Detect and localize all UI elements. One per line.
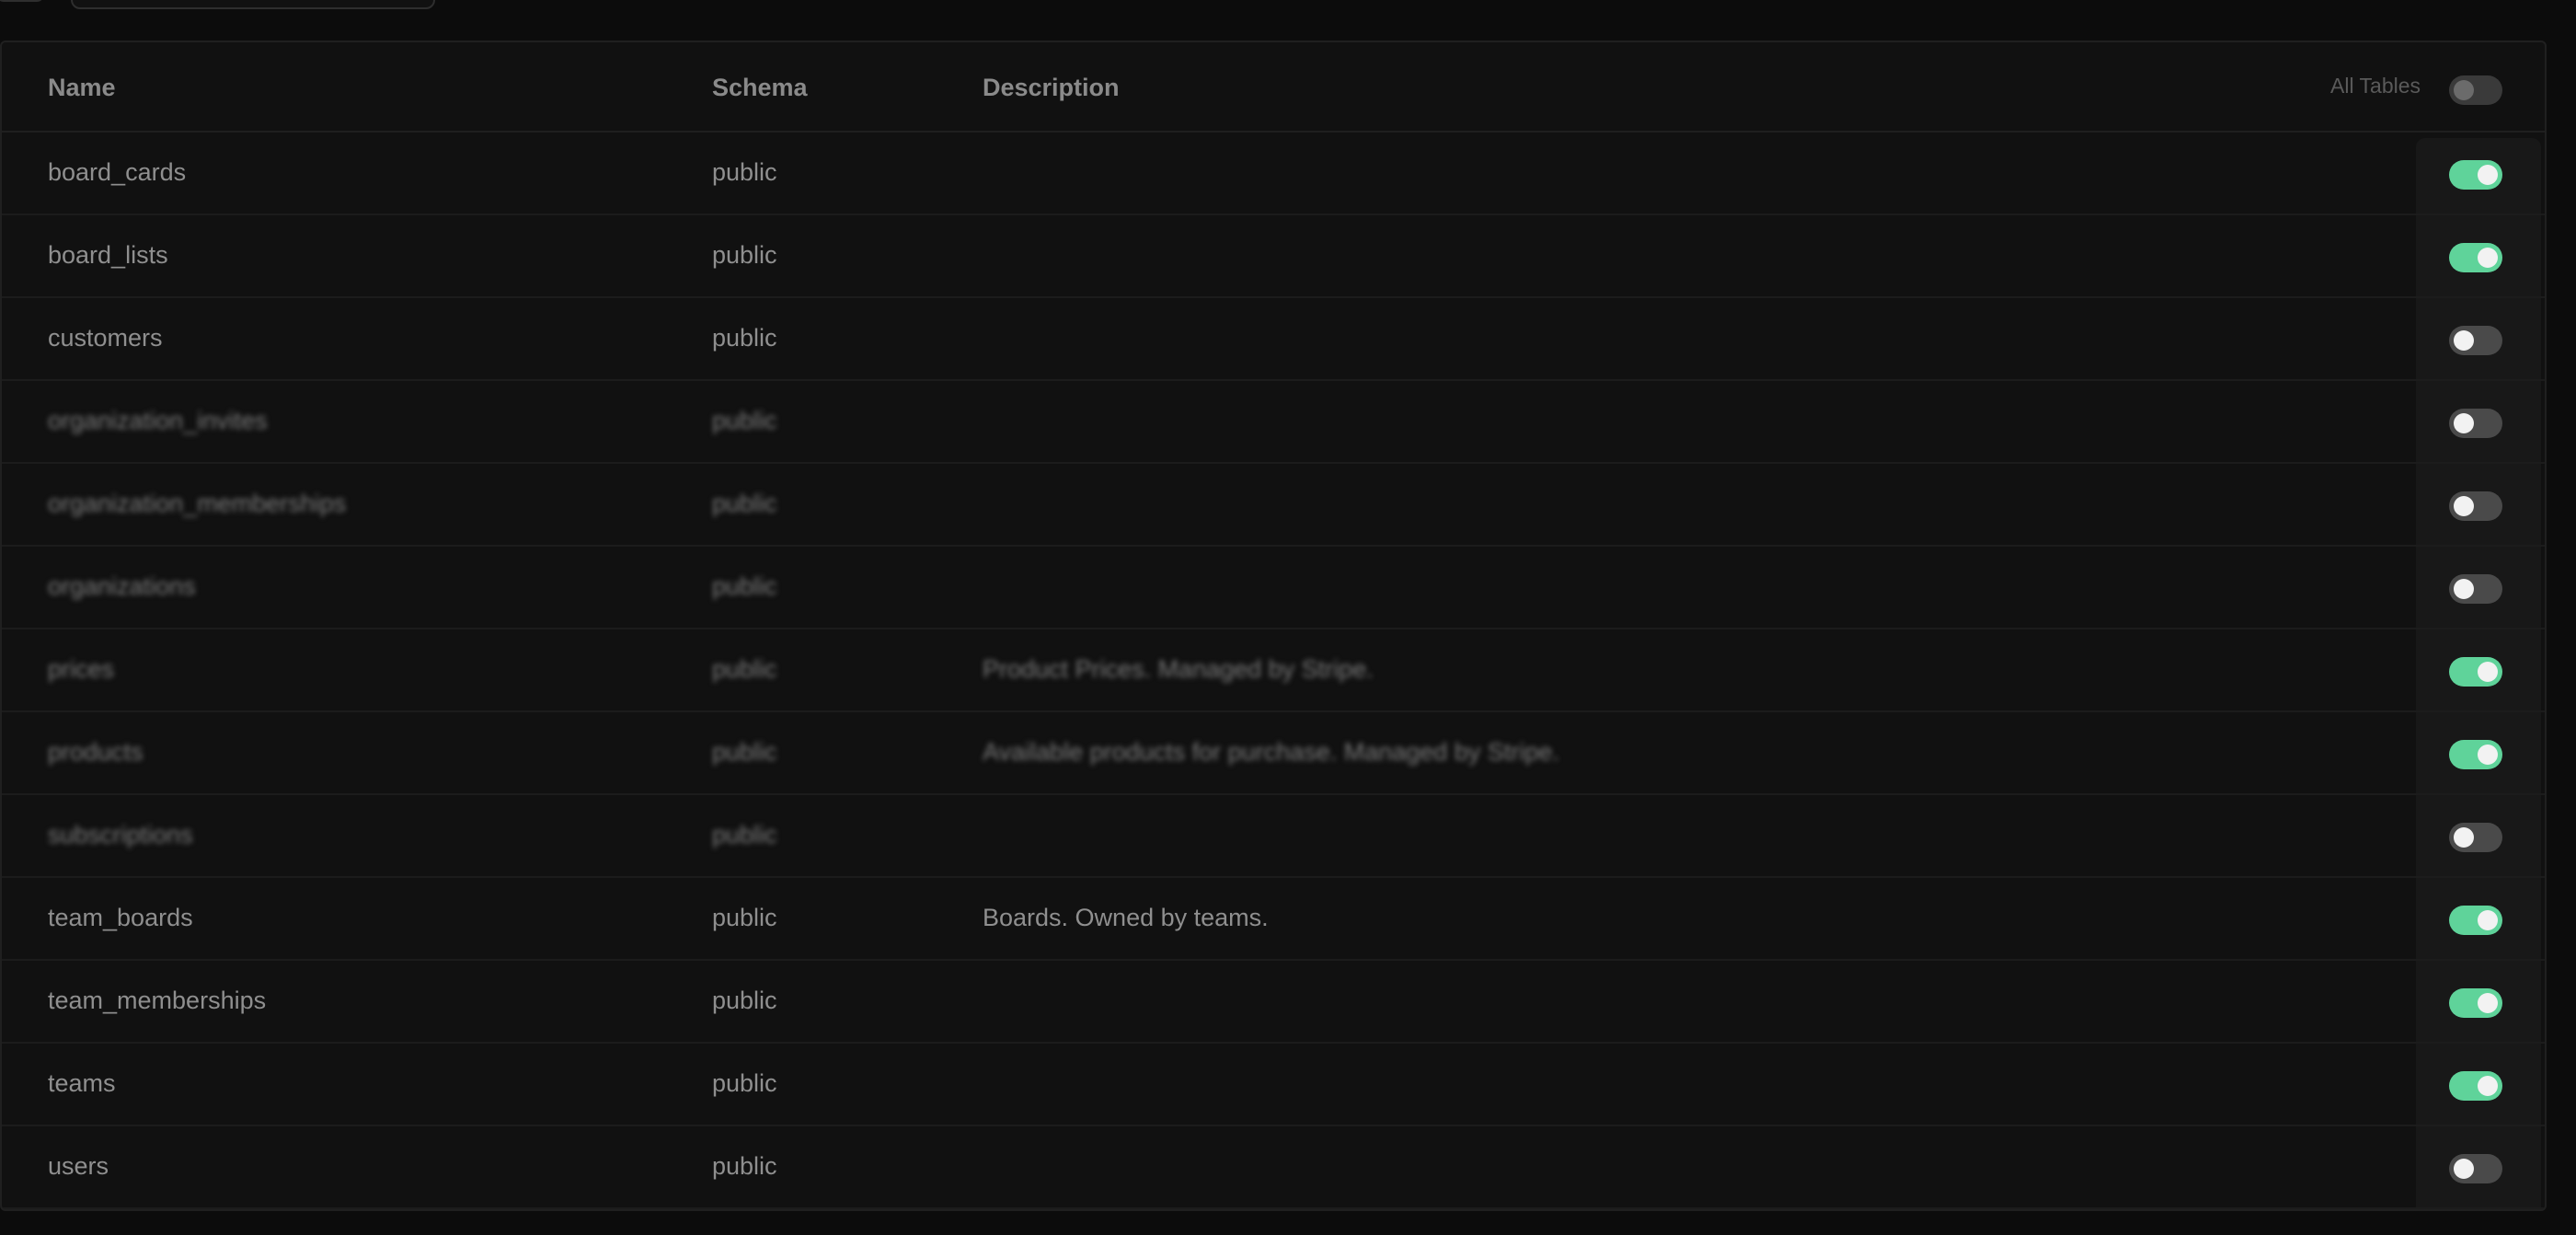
table-row[interactable]: teams public <box>2 1044 2545 1126</box>
table-header: Name Schema Description All Tables <box>2 42 2545 133</box>
table-row[interactable]: board_cards public <box>2 133 2545 215</box>
toggle-knob <box>2454 579 2474 599</box>
table-schema: public <box>712 904 777 931</box>
description-column-header: Description <box>983 74 1120 101</box>
toggle-knob <box>2478 993 2498 1013</box>
all-tables-toggle[interactable] <box>2449 75 2502 105</box>
schema-column-header: Schema <box>712 74 808 101</box>
realtime-toggle[interactable] <box>2449 740 2502 769</box>
toggle-knob <box>2478 248 2498 268</box>
table-row[interactable]: prices public Product Prices. Managed by S… <box>2 629 2545 712</box>
table-rows: board_cards public board_lists public custom… <box>2 133 2545 1209</box>
table-schema: public <box>712 490 777 517</box>
realtime-toggle[interactable] <box>2449 243 2502 272</box>
table-name: organization_invites <box>48 407 268 434</box>
table-schema: public <box>712 738 777 766</box>
table-schema: public <box>712 158 777 186</box>
toggle-knob <box>2454 827 2474 848</box>
table-name: subscriptions <box>48 821 193 848</box>
table-description: Product Prices. Managed by Stripe. <box>983 655 1374 683</box>
table-schema: public <box>712 572 777 600</box>
table-name: customers <box>48 324 163 352</box>
top-bar <box>0 0 2576 11</box>
table-schema: public <box>712 241 777 269</box>
table-row[interactable]: organization_invites public <box>2 381 2545 464</box>
realtime-toggle[interactable] <box>2449 1154 2502 1183</box>
toggle-knob <box>2454 80 2474 100</box>
table-name: teams <box>48 1069 116 1097</box>
table-row[interactable]: customers public <box>2 298 2545 381</box>
toggle-knob <box>2478 744 2498 765</box>
table-name: products <box>48 738 144 766</box>
realtime-toggle[interactable] <box>2449 1071 2502 1101</box>
table-schema: public <box>712 407 777 434</box>
name-column-header: Name <box>48 74 116 101</box>
table-row[interactable]: organizations public <box>2 547 2545 629</box>
table-name: team_boards <box>48 904 193 931</box>
table-description: Boards. Owned by teams. <box>983 904 1269 931</box>
table-name: prices <box>48 655 115 683</box>
table-schema: public <box>712 821 777 848</box>
toggle-knob <box>2454 413 2474 433</box>
table-row[interactable]: subscriptions public <box>2 795 2545 878</box>
realtime-toggle[interactable] <box>2449 326 2502 355</box>
table-schema: public <box>712 1069 777 1097</box>
toggle-knob <box>2478 662 2498 682</box>
toggle-knob <box>2478 165 2498 185</box>
table-schema: public <box>712 987 777 1014</box>
realtime-toggle[interactable] <box>2449 491 2502 521</box>
realtime-toggle[interactable] <box>2449 160 2502 190</box>
toggle-knob <box>2478 910 2498 930</box>
table-description: Available products for purchase. Managed… <box>983 738 1559 766</box>
table-name: organization_memberships <box>48 490 347 517</box>
all-tables-label: All Tables <box>2330 74 2421 98</box>
realtime-toggle[interactable] <box>2449 657 2502 687</box>
search-input[interactable] <box>71 0 435 9</box>
realtime-toggle[interactable] <box>2449 409 2502 438</box>
toggle-knob <box>2454 330 2474 351</box>
table-name: board_lists <box>48 241 168 269</box>
table-row[interactable]: team_boards public Boards. Owned by teams. <box>2 878 2545 961</box>
realtime-toggle[interactable] <box>2449 906 2502 935</box>
tables-panel: Name Schema Description All Tables board… <box>0 40 2547 1211</box>
table-schema: public <box>712 324 777 352</box>
table-row[interactable]: team_memberships public <box>2 961 2545 1044</box>
table-row[interactable]: board_lists public <box>2 215 2545 298</box>
toggle-knob <box>2454 1159 2474 1179</box>
table-schema: public <box>712 655 777 683</box>
table-row[interactable]: products public Available products for pur… <box>2 712 2545 795</box>
table-name: board_cards <box>48 158 187 186</box>
top-button[interactable] <box>0 0 44 2</box>
toggle-knob <box>2454 496 2474 516</box>
table-row[interactable]: organization_memberships public <box>2 464 2545 547</box>
realtime-toggle[interactable] <box>2449 574 2502 604</box>
toggle-knob <box>2478 1076 2498 1096</box>
table-name: users <box>48 1152 109 1180</box>
realtime-toggle[interactable] <box>2449 988 2502 1018</box>
table-name: organizations <box>48 572 196 600</box>
table-schema: public <box>712 1152 777 1180</box>
realtime-toggle[interactable] <box>2449 823 2502 852</box>
table-row[interactable]: users public <box>2 1126 2545 1209</box>
table-name: team_memberships <box>48 987 267 1014</box>
